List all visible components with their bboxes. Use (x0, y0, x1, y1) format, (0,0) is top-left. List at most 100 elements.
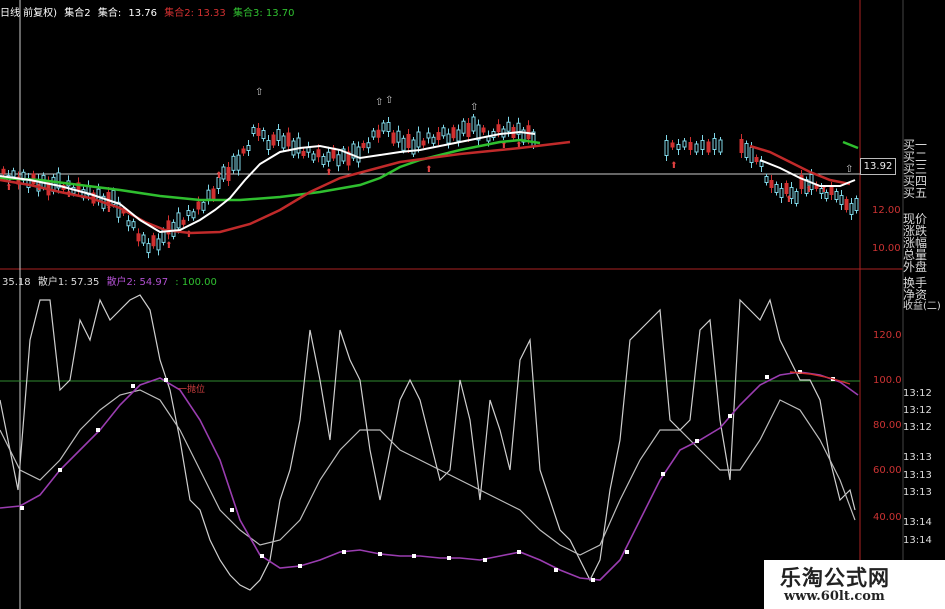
candle-body (196, 201, 201, 210)
osc-marker (412, 554, 416, 558)
osc-line1-value: 散户1: 57.35 (37, 277, 100, 288)
candle-body (839, 195, 844, 205)
osc-marker (765, 375, 769, 379)
current-price-box: 13.92 (860, 158, 896, 175)
candle-body (718, 139, 723, 153)
osc-marker (695, 439, 699, 443)
candle-body (794, 191, 799, 204)
candle-body (186, 210, 191, 217)
candle-body (694, 143, 699, 153)
osc-line2-value: 散户2: 54.97 (106, 277, 169, 288)
candle-body (706, 141, 711, 153)
candle-body (136, 233, 141, 242)
candle-body (256, 128, 261, 136)
candle-body (481, 127, 486, 133)
candle-body (176, 212, 181, 229)
watermark-url: www.60lt.com (784, 589, 885, 604)
side-label-bid5: 买五 (903, 186, 928, 200)
osc-marker (260, 554, 264, 558)
legend-set-value: 13.76 (128, 8, 158, 19)
osc-marker (58, 468, 62, 472)
candle-body (271, 134, 276, 146)
candle-body (146, 243, 151, 254)
osc-tick-100: 100.0 (873, 375, 902, 386)
sell-signal-icon: ⬆ (215, 171, 223, 181)
time-4: 13:13 (903, 470, 932, 481)
candle-body (311, 153, 316, 161)
candle-body (421, 140, 426, 146)
osc-marker (96, 428, 100, 432)
chart-canvas[interactable]: ⇧⇧ ⇧⇧⇧⬆ ⬆⬆⬆⬆⬆⬆ ⬆ ⬆⬆ ⬆⬆⬆⬆ ⬆ (0, 0, 945, 609)
time-3: 13:13 (903, 452, 932, 463)
candle-body (211, 188, 216, 200)
sell-signal-icon: ⬆ (325, 168, 333, 178)
osc-marker (483, 558, 487, 562)
buy-signal-icon: ⇧ (375, 97, 383, 108)
candle-body (682, 140, 687, 148)
osc-tick-120: 120.0 (873, 330, 902, 341)
time-5: 13:13 (903, 487, 932, 498)
candle-body (316, 149, 321, 158)
osc-marker (378, 552, 382, 556)
oscillator-legend: 35.18 散户1: 57.35 散户2: 54.97 : 100.00 (2, 273, 221, 288)
candle-body (191, 211, 196, 219)
buy-signal-icon: ⇧ (470, 102, 478, 113)
candle-body (466, 122, 471, 137)
candle-body (749, 147, 754, 163)
candle-body (156, 238, 161, 251)
candle-body (241, 148, 246, 154)
candle-body (844, 199, 849, 210)
osc-marker (20, 506, 24, 510)
candle-body (406, 134, 411, 148)
candle-body (11, 170, 16, 178)
osc-marker (230, 508, 234, 512)
price-tick-12: 12.00 (872, 205, 901, 216)
candle-body (246, 145, 251, 151)
osc-tick-80: 80.00 (873, 420, 902, 431)
candle-body (451, 127, 456, 139)
price-tick-10: 10.00 (872, 243, 901, 254)
site-watermark: 乐淘公式网 www.60lt.com (764, 560, 945, 609)
ma-red-line (0, 140, 571, 235)
candle-body (754, 157, 759, 162)
candle-body (181, 219, 186, 225)
candle-body (496, 124, 501, 133)
candle-body (769, 180, 774, 188)
candle-body (226, 167, 231, 181)
osc-marker (728, 414, 732, 418)
candle-body (411, 139, 416, 155)
candle-body (664, 140, 669, 156)
candle-body (396, 130, 401, 143)
candle-body (759, 161, 764, 167)
candle-body (764, 176, 769, 183)
candle-body (391, 132, 396, 144)
candle-body (376, 129, 381, 138)
dump-annotation: 一抛位 (178, 385, 206, 395)
osc-left-value: 35.18 (2, 277, 31, 288)
stock-chart-window: ⇧ ⇧ ⇧ ⇧ ⇧ ⬆ ⬆ ⬆ ⬆ ⬆ ⬆ ⬆ ⬆ ⬆ ⬆ ⬆ ⬆ ⬆ ⬆ ⬆ 日线 前复权) 集合2 集合: 13.… (0, 0, 945, 609)
candle-body (431, 136, 436, 144)
osc-marker (298, 564, 302, 568)
candle-body (261, 130, 266, 139)
candle-body (744, 143, 749, 158)
candle-body (296, 137, 301, 154)
candle-body (446, 133, 451, 144)
candlestick-series (1, 114, 859, 259)
candle-body (700, 140, 705, 150)
candle-body (456, 129, 461, 142)
candle-body (436, 132, 441, 141)
buy-signal-icon: ⇧ (385, 95, 393, 106)
time-2: 13:12 (903, 422, 932, 433)
legend-set3-value: 集合3: 13.70 (232, 8, 295, 19)
buy-signal-icon: ⇧ (845, 164, 853, 175)
legend-set-label: 集合: (97, 8, 122, 19)
buy-signal-icon: ⇧ (255, 87, 263, 98)
sell-signal-icon: ⬆ (165, 241, 173, 251)
side-label-earnings: 收益(二) (903, 301, 941, 312)
candle-body (461, 120, 466, 134)
candle-body (131, 221, 136, 229)
candle-body (670, 142, 675, 148)
candle-body (829, 187, 834, 195)
candle-body (291, 140, 296, 156)
legend-set2-value: 集合2: 13.33 (164, 8, 226, 19)
